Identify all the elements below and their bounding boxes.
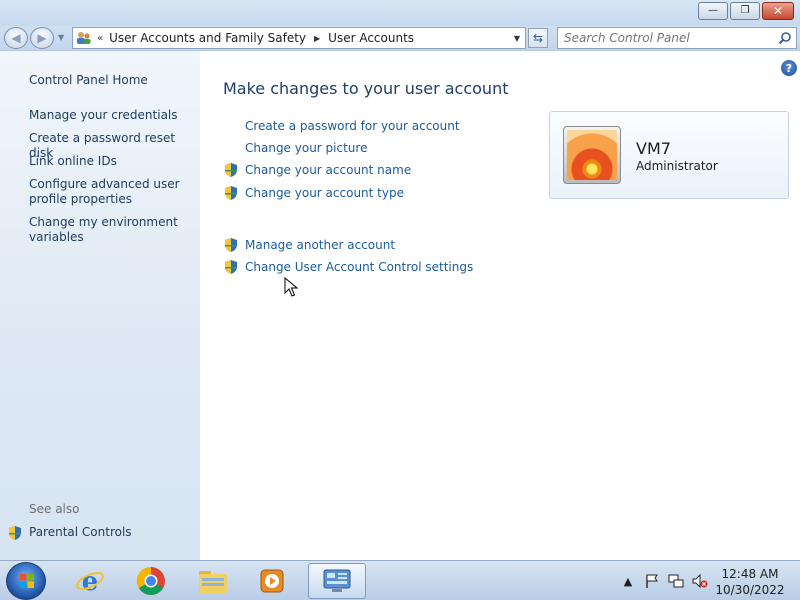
sidebar-control-panel-home[interactable]: Control Panel Home: [29, 73, 194, 88]
mouse-cursor-icon: [284, 277, 298, 297]
task-change-uac-settings[interactable]: Change User Account Control settings: [245, 260, 473, 274]
maximize-button[interactable]: ❐: [730, 2, 760, 20]
task-create-password[interactable]: Create a password for your account: [245, 119, 460, 133]
uac-shield-icon: [225, 260, 237, 274]
avatar: [563, 126, 621, 184]
sidebar-link-online-ids[interactable]: Link online IDs: [29, 154, 194, 169]
window-titlebar: — ❐ ✕: [0, 0, 800, 26]
action-center-flag-icon[interactable]: [644, 573, 660, 589]
task-change-account-type[interactable]: Change your account type: [245, 186, 404, 200]
taskbar-chrome[interactable]: [129, 563, 173, 599]
close-icon: ✕: [772, 4, 784, 18]
uac-shield-icon: [9, 526, 21, 540]
maximize-icon: ❐: [740, 5, 750, 16]
forward-button[interactable]: ▶: [30, 27, 54, 49]
volume-muted-icon[interactable]: [692, 573, 708, 589]
sidebar-configure-profile-properties[interactable]: Configure advanced user profile properti…: [29, 177, 194, 207]
address-bar[interactable]: « User Accounts and Family Safety ▶ User…: [72, 27, 526, 49]
breadcrumb-user-accounts-family-safety[interactable]: User Accounts and Family Safety: [109, 31, 306, 45]
system-clock[interactable]: 12:48 AM 10/30/2022: [712, 566, 788, 598]
minimize-icon: —: [708, 5, 718, 16]
see-also-heading: See also: [29, 502, 80, 516]
user-account-card: VM7 Administrator: [549, 111, 789, 199]
recent-pages-dropdown-icon[interactable]: ▼: [58, 33, 64, 42]
help-icon[interactable]: ?: [781, 60, 797, 76]
sidebar-manage-credentials[interactable]: Manage your credentials: [29, 108, 194, 123]
address-dropdown-icon[interactable]: ▼: [514, 34, 520, 43]
uac-shield-icon: [225, 238, 237, 252]
control-panel-users-icon: [77, 32, 91, 44]
address-overflow-chevron[interactable]: «: [97, 33, 103, 44]
taskbar: e ▲ 12:48 AM 10/30/2022: [0, 560, 800, 600]
user-role: Administrator: [636, 159, 718, 173]
task-manage-another-account[interactable]: Manage another account: [245, 238, 395, 252]
sidebar-parental-controls[interactable]: Parental Controls: [29, 525, 194, 540]
sidebar-change-environment-variables[interactable]: Change my environment variables: [29, 215, 194, 245]
page-title: Make changes to your user account: [223, 79, 509, 98]
forward-arrow-icon: ▶: [37, 31, 47, 45]
task-change-picture[interactable]: Change your picture: [245, 141, 367, 155]
task-change-account-name[interactable]: Change your account name: [245, 163, 411, 177]
uac-shield-icon: [225, 186, 237, 200]
taskbar-media-player[interactable]: [250, 563, 294, 599]
window-controls: — ❐ ✕: [698, 2, 794, 20]
minimize-button[interactable]: —: [698, 2, 728, 20]
back-button[interactable]: ◀: [4, 27, 28, 49]
close-button[interactable]: ✕: [762, 2, 794, 20]
folder-icon: [199, 571, 227, 593]
media-player-icon: [260, 569, 284, 593]
user-name: VM7: [636, 139, 671, 158]
refresh-icon: ⇆: [532, 31, 544, 45]
uac-shield-icon: [225, 163, 237, 177]
taskbar-control-panel[interactable]: [308, 563, 366, 599]
chrome-icon: [137, 567, 165, 595]
refresh-button[interactable]: ⇆: [528, 28, 548, 48]
search-input[interactable]: [564, 31, 764, 45]
show-hidden-icons-icon[interactable]: ▲: [620, 573, 636, 589]
back-arrow-icon: ◀: [11, 31, 21, 45]
sidebar: Control Panel Home Manage your credentia…: [0, 51, 200, 561]
search-box[interactable]: [557, 27, 797, 49]
control-panel-icon: [323, 569, 351, 592]
breadcrumb-user-accounts[interactable]: User Accounts: [328, 31, 414, 45]
start-button[interactable]: [6, 562, 46, 600]
clock-time: 12:48 AM: [721, 567, 779, 581]
taskbar-windows-explorer[interactable]: [191, 563, 235, 599]
svg-text:e: e: [82, 567, 99, 596]
system-tray: ▲: [620, 573, 708, 589]
navigation-bar: ◀ ▶ ▼ « User Accounts and Family Safety …: [0, 26, 800, 50]
search-icon[interactable]: [778, 31, 792, 45]
content-area: Control Panel Home Manage your credentia…: [0, 50, 800, 561]
taskbar-internet-explorer[interactable]: e: [68, 563, 112, 599]
network-icon[interactable]: [668, 573, 684, 589]
breadcrumb-separator-icon[interactable]: ▶: [314, 34, 320, 43]
flower-picture-icon: [567, 130, 617, 180]
windows-logo-icon: [20, 574, 34, 588]
internet-explorer-icon: e: [76, 567, 104, 596]
clock-date: 10/30/2022: [715, 583, 785, 597]
